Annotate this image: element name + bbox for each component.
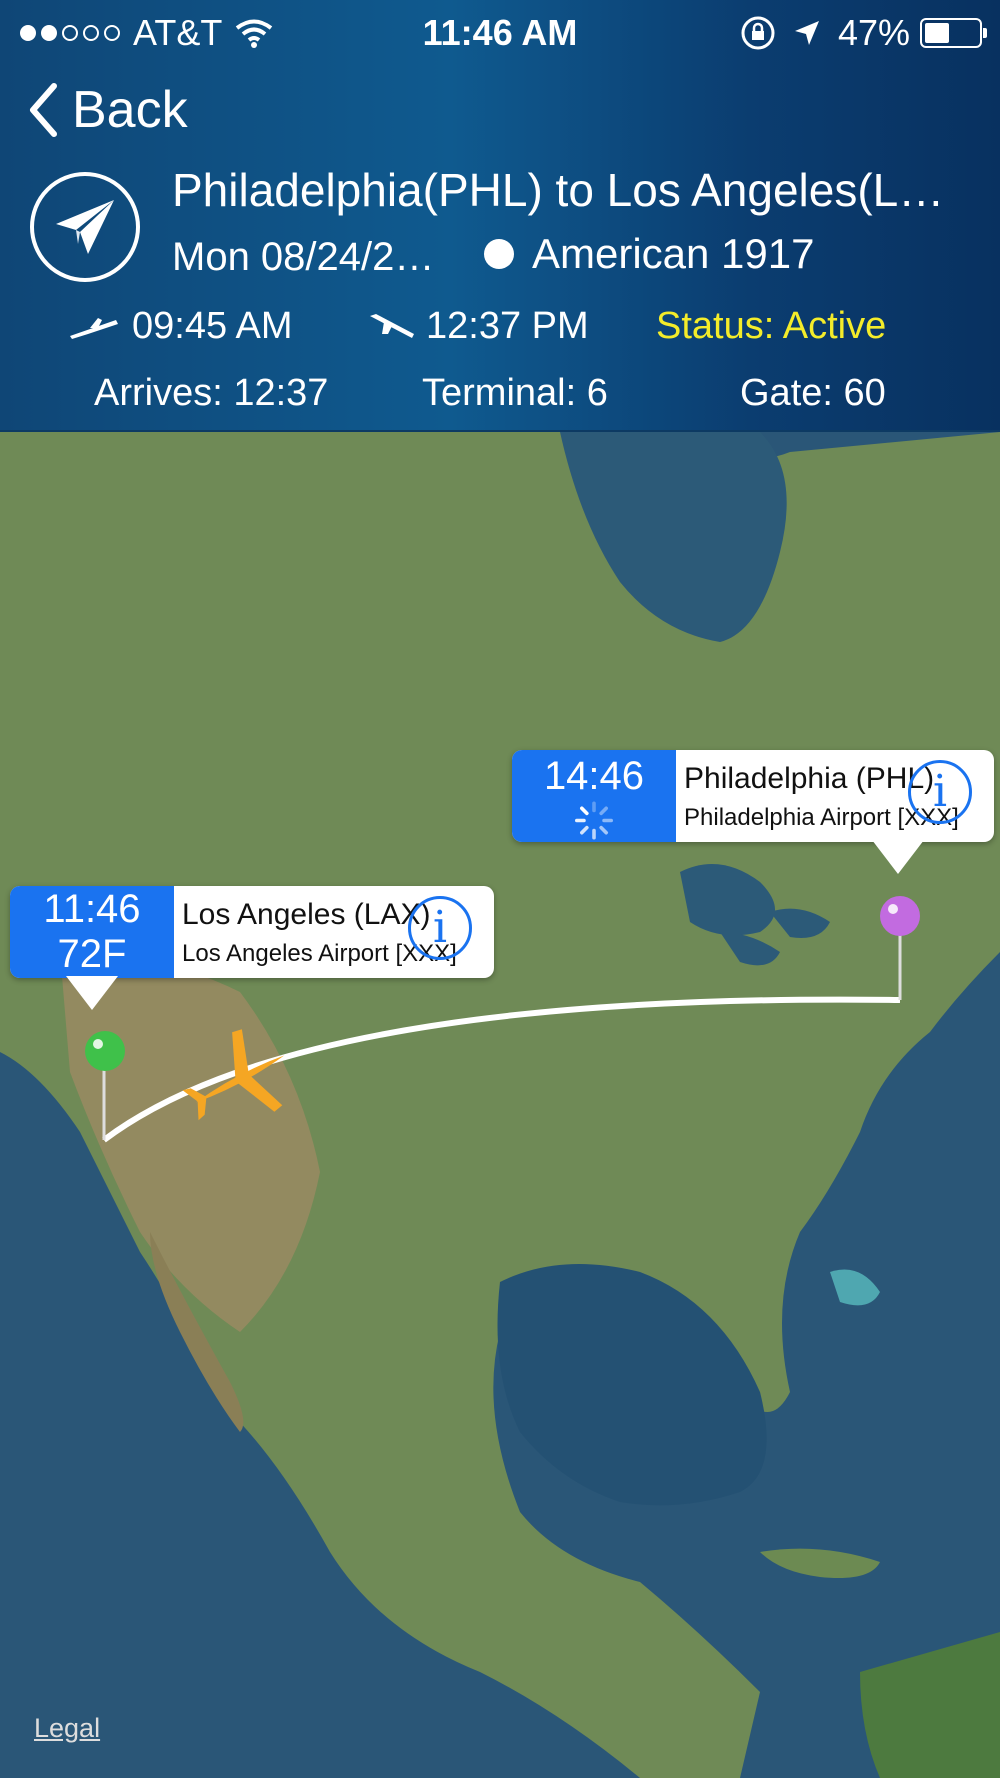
origin-pin[interactable] xyxy=(878,894,922,938)
flight-path-line xyxy=(102,922,902,1143)
status-right: 47% xyxy=(740,12,987,54)
flight-map[interactable]: 14:46 Philadelphia (PHL) Philadelphia Ai… xyxy=(0,432,1000,1778)
destination-time-box: 11:46 72F xyxy=(10,886,174,978)
destination-pin[interactable] xyxy=(83,1029,127,1073)
takeoff-icon xyxy=(70,317,118,339)
terminal-number: Terminal: 6 xyxy=(422,372,608,414)
airline-flight: American 1917 xyxy=(484,230,815,278)
flight-route-title: Philadelphia(PHL) to Los Angeles(L… xyxy=(172,164,945,216)
origin-local-time: 14:46 xyxy=(543,754,645,798)
bullet-icon xyxy=(484,239,514,269)
gate-number: Gate: 60 xyxy=(740,372,886,414)
origin-time-box: 14:46 xyxy=(512,750,676,842)
origin-info: Philadelphia (PHL) Philadelphia Airport … xyxy=(676,750,994,842)
legal-link[interactable]: Legal xyxy=(34,1713,100,1744)
flight-header: AT&T 11:46 AM 47% Back Philadelphia(PHL)… xyxy=(0,0,1000,430)
flight-status: Status: Active xyxy=(656,305,887,347)
departure-time: 09:45 AM xyxy=(132,305,293,347)
back-button[interactable]: Back xyxy=(28,80,188,140)
airline-label: American 1917 xyxy=(532,230,815,277)
origin-info-button[interactable]: i xyxy=(908,760,972,824)
loading-spinner-icon xyxy=(575,801,613,840)
destination-temperature: 72F xyxy=(57,932,127,976)
destination-local-time: 11:46 xyxy=(43,887,141,931)
destination-callout[interactable]: 11:46 72F Los Angeles (LAX) Los Angeles … xyxy=(10,886,494,1010)
battery-percent: 47% xyxy=(837,12,910,53)
battery-icon xyxy=(920,18,987,48)
flight-date: Mon 08/24/2… xyxy=(172,235,435,279)
arrives-time: Arrives: 12:37 xyxy=(94,372,329,414)
status-bar: AT&T 11:46 AM 47% xyxy=(0,0,1000,70)
destination-info-button[interactable]: i xyxy=(408,896,472,960)
destination-info: Los Angeles (LAX) Los Angeles Airport [X… xyxy=(174,886,494,978)
departure: 09:45 AM xyxy=(68,305,293,348)
arrival: 12:37 PM xyxy=(368,305,589,348)
back-label: Back xyxy=(72,81,188,139)
rotation-lock-icon xyxy=(741,16,775,50)
landing-icon xyxy=(370,313,414,338)
paper-plane-icon xyxy=(30,172,140,282)
origin-callout[interactable]: 14:46 Philadelphia (PHL) Philadelphia Ai… xyxy=(512,750,994,874)
chevron-left-icon xyxy=(30,83,57,137)
airplane-icon xyxy=(182,1029,285,1121)
location-arrow-icon xyxy=(794,21,819,45)
arrival-time: 12:37 PM xyxy=(426,305,589,347)
